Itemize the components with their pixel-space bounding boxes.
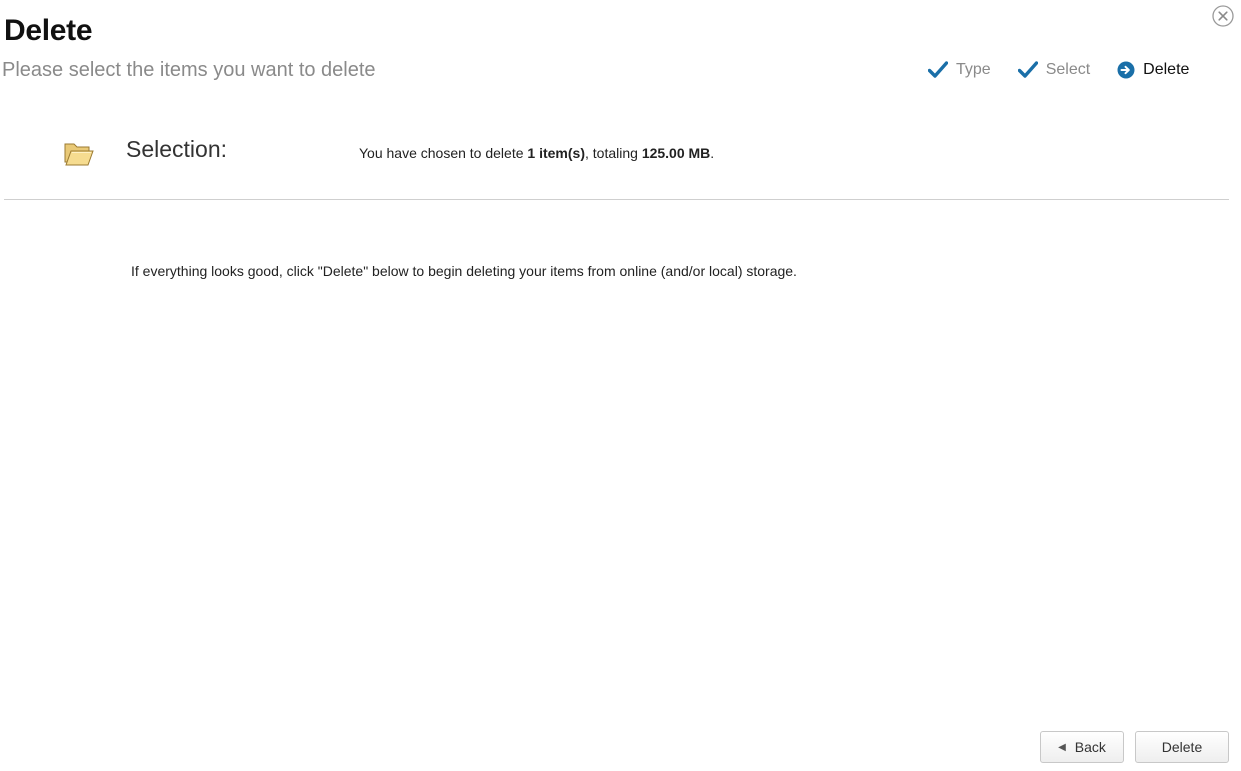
selection-row: Selection: You have chosen to delete 1 i… xyxy=(0,130,1241,180)
arrow-right-circle-icon xyxy=(1117,61,1135,79)
checkmark-icon xyxy=(1017,61,1038,79)
step-label: Select xyxy=(1045,61,1091,78)
checkmark-icon xyxy=(928,61,948,79)
step-label: Type xyxy=(956,61,991,78)
delete-button[interactable]: Delete xyxy=(1135,731,1229,763)
step-label: Delete xyxy=(1143,61,1190,78)
divider xyxy=(4,199,1229,200)
wizard-steps: Type Select Delete xyxy=(928,61,1189,79)
item-count: 1 item(s) xyxy=(527,145,585,161)
selection-label: Selection: xyxy=(126,136,228,162)
instructions-text: If everything looks good, click "Delete"… xyxy=(131,263,797,279)
back-button[interactable]: ◀ Back xyxy=(1040,731,1124,763)
delete-dialog: Delete Please select the items you want … xyxy=(0,0,1241,771)
total-size: 125.00 MB xyxy=(641,145,711,161)
dialog-title: Delete xyxy=(4,14,93,47)
back-button-label: Back xyxy=(1074,739,1106,755)
dialog-subtitle: Please select the items you want to dele… xyxy=(2,59,376,81)
summary-suffix: . xyxy=(710,145,715,161)
summary-middle: , totaling xyxy=(584,145,642,161)
summary-prefix: You have chosen to delete xyxy=(359,145,528,161)
step-select: Select xyxy=(1017,61,1091,79)
open-folder-icon xyxy=(63,138,95,168)
selection-summary: You have chosen to delete 1 item(s), tot… xyxy=(359,145,714,161)
step-type: Type xyxy=(928,61,991,79)
step-delete: Delete xyxy=(1117,61,1189,79)
triangle-left-icon: ◀ xyxy=(1058,741,1066,753)
close-icon[interactable] xyxy=(1211,4,1235,28)
